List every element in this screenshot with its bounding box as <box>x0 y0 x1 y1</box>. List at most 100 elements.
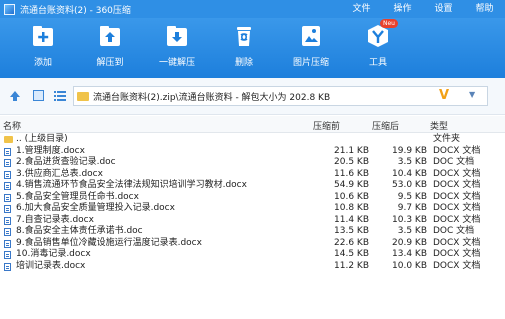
file-type: DOCX 文档 <box>433 168 481 179</box>
chevron-down-icon[interactable]: ▼ <box>469 90 475 99</box>
file-type: DOCX 文档 <box>433 260 481 271</box>
file-row[interactable]: 2.食品进货查验记录.doc 20.5 KB 3.5 KB DOC 文档 <box>0 157 505 169</box>
document-icon <box>4 147 11 156</box>
menu-settings[interactable]: 设置 <box>423 0 464 18</box>
tools-icon: Neu <box>365 19 398 49</box>
file-type: DOCX 文档 <box>433 249 481 259</box>
one-click-extract-label: 一键解压 <box>158 58 195 68</box>
tools-button[interactable]: Neu 工具 <box>348 19 408 68</box>
add-button[interactable]: 添加 <box>13 23 73 68</box>
document-icon <box>4 159 11 167</box>
delete-button[interactable]: 删除 <box>214 23 274 68</box>
archive-path: 流通台账资料(2).zip\流通台账资料 - 解包大小为 202.8 KB <box>93 92 331 103</box>
column-packed[interactable]: 压缩前 <box>313 119 340 132</box>
file-type: DOCX 文档 <box>433 191 481 202</box>
file-row[interactable]: 5.食品安全管理员任命书.docx 10.6 KB 9.5 KB DOCX 文档 <box>0 192 505 204</box>
document-icon <box>4 205 11 213</box>
file-row[interactable]: 10.消毒记录.docx 14.5 KB 13.4 KB DOCX 文档 <box>0 249 505 261</box>
file-name: 4.销售流通环节食品安全法律法规知识培训学习教材.docx <box>16 180 247 190</box>
file-row[interactable]: 9.食品销售单位冷藏设施运行温度记录表.docx 22.6 KB 20.9 KB DO… <box>0 238 505 250</box>
verified-icon[interactable]: V <box>439 88 449 104</box>
file-packed-size: 10.6 KB <box>334 191 369 202</box>
one-click-extract-icon <box>164 23 190 49</box>
up-arrow-icon[interactable] <box>9 90 21 102</box>
list-view-icon[interactable] <box>54 90 66 102</box>
extract-to-icon <box>97 23 123 49</box>
document-icon <box>4 216 11 225</box>
document-icon <box>4 170 11 179</box>
one-click-extract-button[interactable]: 一键解压 <box>147 23 207 68</box>
column-name[interactable]: 名称 <box>3 119 21 132</box>
document-icon <box>4 193 11 202</box>
file-row[interactable]: 8.食品安全主体责任承诺书.doc 13.5 KB 3.5 KB DOC 文档 <box>0 226 505 238</box>
file-packed-size: 14.5 KB <box>334 249 369 259</box>
toolbar: 添加 解压到 一键解压 删除 图片压缩 Neu 工具 <box>0 18 505 78</box>
file-type: DOCX 文档 <box>433 203 481 213</box>
file-size: 9.7 KB <box>397 203 427 213</box>
extract-to-label: 解压到 <box>96 58 124 68</box>
file-packed-size: 11.6 KB <box>334 168 369 179</box>
file-name: 10.消毒记录.docx <box>16 249 91 259</box>
file-row[interactable]: 培训记录表.docx 11.2 KB 10.0 KB DOCX 文档 <box>0 261 505 273</box>
menu-bar: 文件 操作 设置 帮助 <box>341 0 505 18</box>
file-row[interactable]: .. (上级目录) 文件夹 <box>0 134 505 146</box>
menu-file[interactable]: 文件 <box>341 0 382 18</box>
file-name: 9.食品销售单位冷藏设施运行温度记录表.docx <box>16 237 202 248</box>
file-name: 2.食品进货查验记录.doc <box>16 157 116 167</box>
add-label: 添加 <box>33 58 52 68</box>
file-size: 10.4 KB <box>392 168 427 179</box>
app-logo-icon <box>4 3 15 15</box>
file-packed-size: 11.2 KB <box>334 260 369 271</box>
file-name: 培训记录表.docx <box>16 260 86 271</box>
file-packed-size: 54.9 KB <box>334 180 369 190</box>
address-bar: 流通台账资料(2).zip\流通台账资料 - 解包大小为 202.8 KB V … <box>0 78 505 115</box>
file-name: 8.食品安全主体责任承诺书.doc <box>16 226 143 236</box>
file-name: 6.加大食品安全质量管理投入记录.docx <box>16 203 175 213</box>
document-icon <box>4 228 11 236</box>
document-icon <box>4 182 11 190</box>
view-mode-icon[interactable] <box>33 90 44 101</box>
file-size: 19.9 KB <box>392 145 427 156</box>
path-field[interactable]: 流通台账资料(2).zip\流通台账资料 - 解包大小为 202.8 KB V … <box>73 86 488 106</box>
title-bar: 流通台账资料(2) - 360压缩 文件 操作 设置 帮助 <box>0 0 505 18</box>
image-compress-icon <box>298 23 324 49</box>
file-size: 9.5 KB <box>397 191 427 202</box>
document-icon <box>4 262 11 271</box>
file-size: 53.0 KB <box>392 180 427 190</box>
new-badge: Neu <box>380 19 398 28</box>
file-row[interactable]: 1.管理制度.docx 21.1 KB 19.9 KB DOCX 文档 <box>0 146 505 158</box>
file-list-header: 名称 压缩前 压缩后 类型 <box>0 116 505 133</box>
file-packed-size: 21.1 KB <box>334 145 369 156</box>
file-type: DOCX 文档 <box>433 237 481 248</box>
file-type: DOC 文档 <box>433 157 475 167</box>
file-row[interactable]: 6.加大食品安全质量管理投入记录.docx 10.8 KB 9.7 KB DOCX 文… <box>0 203 505 215</box>
file-size: 3.5 KB <box>397 157 427 167</box>
file-list: .. (上级目录) 文件夹 1.管理制度.docx 21.1 KB 19.9 KB DOC… <box>0 134 505 272</box>
document-icon <box>4 251 11 259</box>
file-name: 1.管理制度.docx <box>16 145 85 156</box>
file-row[interactable]: 4.销售流通环节食品安全法律法规知识培训学习教材.docx 54.9 KB 53.0… <box>0 180 505 192</box>
file-size: 10.0 KB <box>392 260 427 271</box>
image-compress-label: 图片压缩 <box>292 58 329 68</box>
file-row[interactable]: 7.自查记录表.docx 11.4 KB 10.3 KB DOCX 文档 <box>0 215 505 227</box>
column-type[interactable]: 类型 <box>430 119 448 132</box>
file-name: 3.供应商汇总表.docx <box>16 168 103 179</box>
file-size: 3.5 KB <box>397 226 427 236</box>
add-icon <box>30 23 56 49</box>
file-type: DOCX 文档 <box>433 145 481 156</box>
delete-label: 删除 <box>234 58 253 68</box>
file-packed-size: 20.5 KB <box>334 157 369 167</box>
column-size[interactable]: 压缩后 <box>372 119 399 132</box>
file-packed-size: 13.5 KB <box>334 226 369 236</box>
image-compress-button[interactable]: 图片压缩 <box>281 23 341 68</box>
file-name: 5.食品安全管理员任命书.docx <box>16 191 139 202</box>
file-size: 10.3 KB <box>392 214 427 225</box>
extract-to-button[interactable]: 解压到 <box>80 23 140 68</box>
file-type: 文件夹 <box>433 134 461 144</box>
file-size: 20.9 KB <box>392 237 427 248</box>
folder-icon <box>77 91 89 101</box>
menu-help[interactable]: 帮助 <box>464 0 505 18</box>
menu-operate[interactable]: 操作 <box>382 0 423 18</box>
document-icon <box>4 239 11 248</box>
file-row[interactable]: 3.供应商汇总表.docx 11.6 KB 10.4 KB DOCX 文档 <box>0 169 505 181</box>
